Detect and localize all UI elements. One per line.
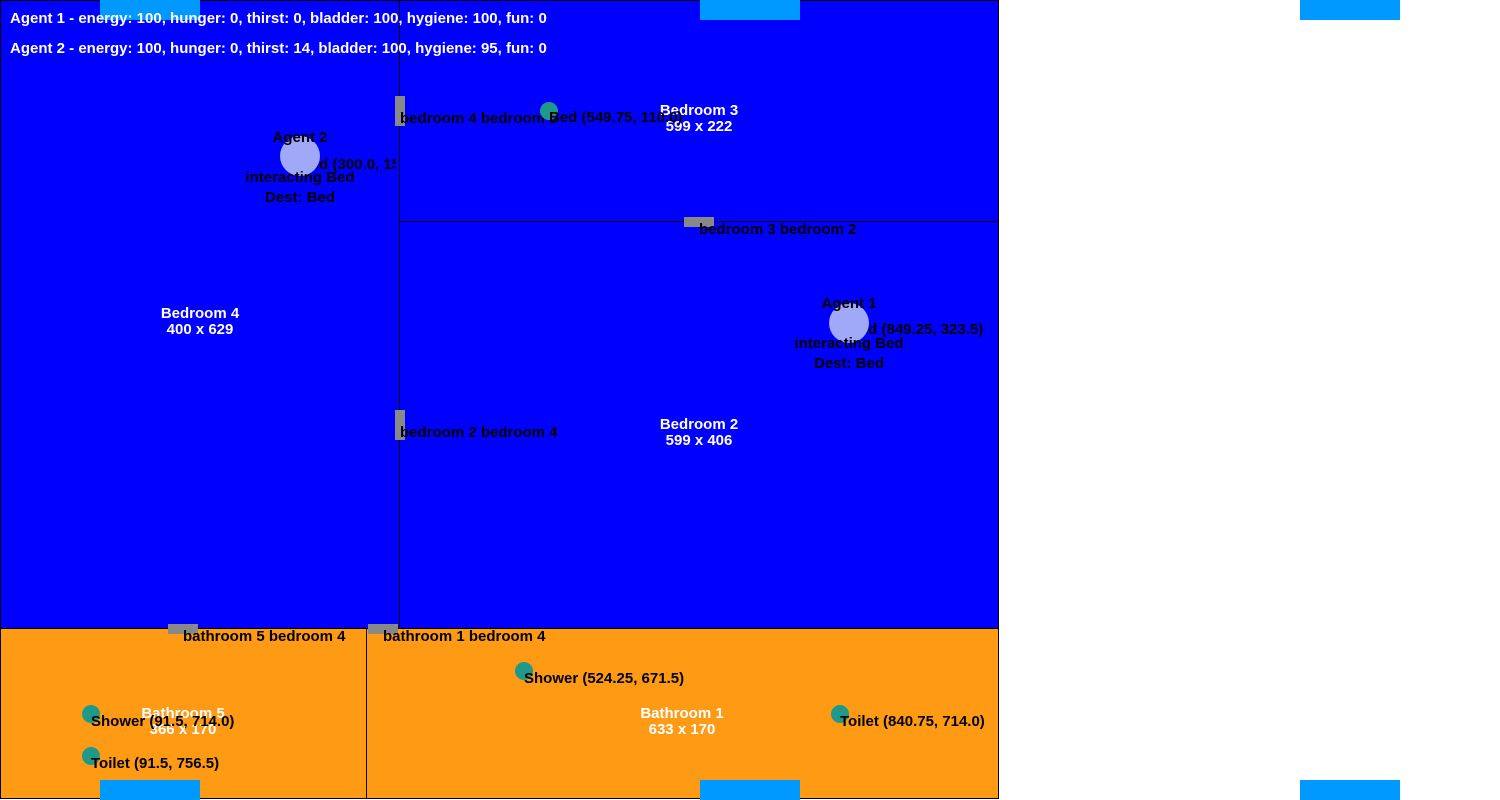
window-bottom-1 (100, 780, 200, 800)
toilet-label: Toilet (91.5, 756.5) (91, 755, 220, 772)
window-top-2 (700, 0, 800, 20)
room-size: 633 x 170 (648, 721, 716, 738)
agent-state: interacting Bed (245, 169, 355, 186)
door-label: bedroom 4 bedroom 3 (400, 110, 558, 127)
door-label: bedroom 2 bedroom 4 (400, 424, 558, 441)
room-label-bathroom-1: Bathroom 1 633 x 170 (640, 706, 723, 738)
agent-name: Agent 2 (272, 129, 328, 146)
shower-label: Shower (91.5, 714.0) (91, 713, 235, 730)
shower-label: Shower (524.25, 671.5) (524, 670, 685, 687)
room-label-bedroom-2: Bedroom 2 599 x 406 (660, 417, 738, 449)
room-label-bedroom-4: Bedroom 4 400 x 629 (161, 306, 239, 338)
bed-label: Bed (549.75, 110.0) (549, 109, 683, 126)
toilet-label: Toilet (840.75, 714.0) (840, 713, 985, 730)
door-label: bedroom 3 bedroom 2 (699, 221, 857, 238)
agent-destination: Dest: Bed (264, 189, 336, 206)
agent-1-status: Agent 1 - energy: 100, hunger: 0, thirst… (10, 10, 547, 27)
window-bottom-2 (700, 780, 800, 800)
window-top-3 (1300, 0, 1400, 20)
room-name: Bathroom 1 (640, 705, 724, 722)
agent-2-status: Agent 2 - energy: 100, hunger: 0, thirst… (10, 40, 547, 57)
room-name: Bedroom 4 (160, 305, 240, 322)
window-bottom-3 (1300, 780, 1400, 800)
room-name: Bedroom 2 (659, 416, 739, 433)
agent-destination: Dest: Bed (813, 355, 885, 372)
door-label: bathroom 5 bedroom 4 (183, 628, 346, 645)
room-size: 400 x 629 (166, 321, 234, 338)
agent-state: interacting Bed (794, 335, 904, 352)
agent-name: Agent 1 (821, 295, 877, 312)
room-size: 599 x 406 (665, 432, 733, 449)
door-label: bathroom 1 bedroom 4 (383, 628, 546, 645)
